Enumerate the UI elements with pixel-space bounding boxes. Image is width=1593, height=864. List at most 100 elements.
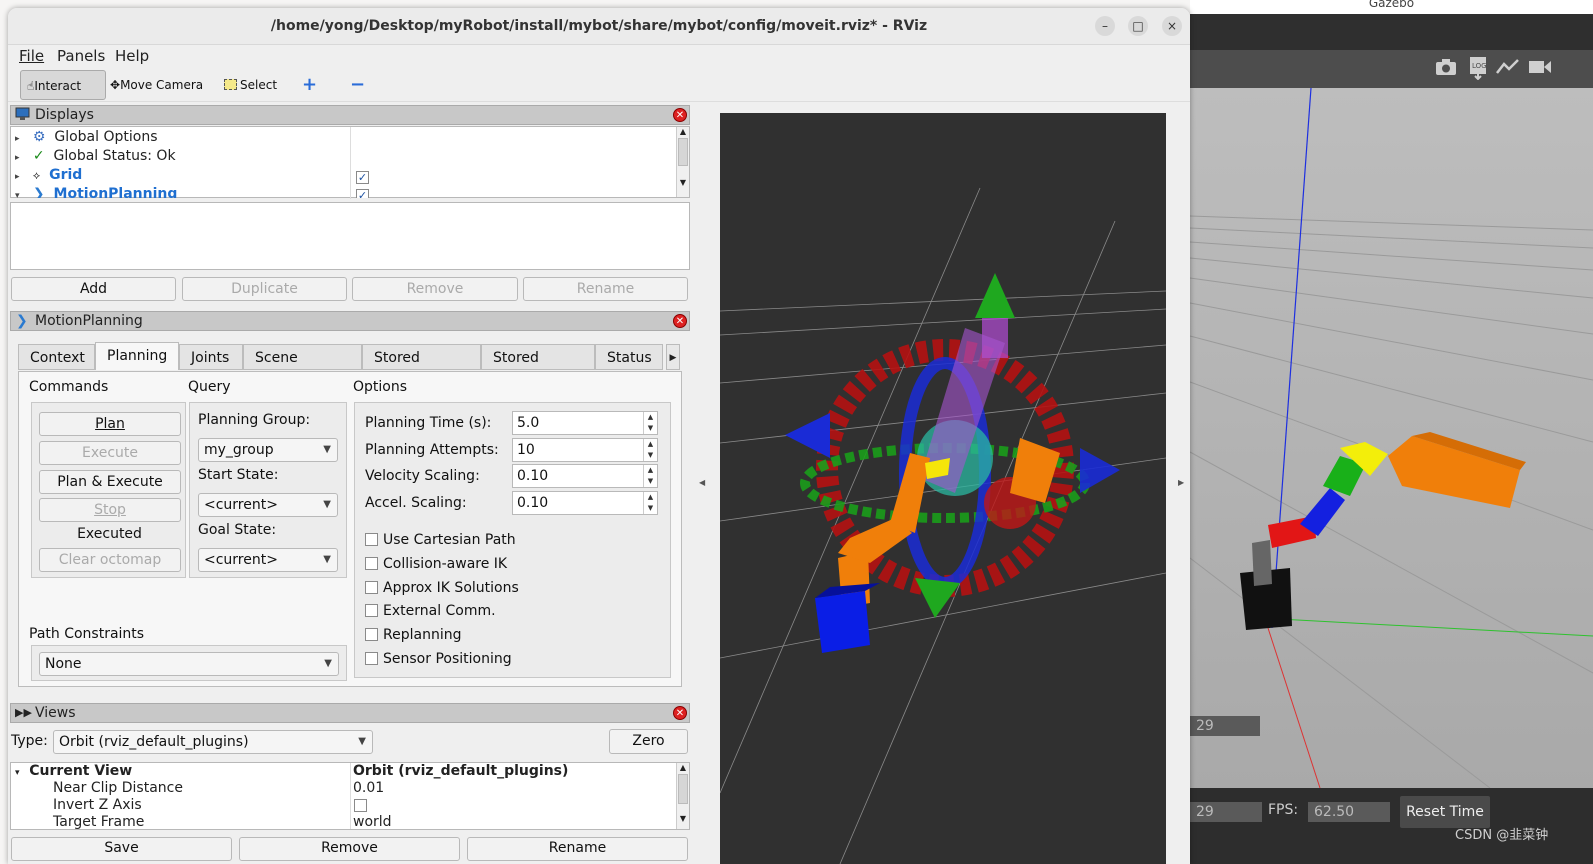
tab-stored-scenes[interactable]: Stored Scenes	[362, 344, 481, 392]
spin-arrows-icon[interactable]: ▲ ▼	[643, 439, 657, 461]
stop-button[interactable]: Stop	[39, 498, 181, 522]
checkbox[interactable]	[365, 652, 378, 665]
checkbox[interactable]	[365, 628, 378, 641]
planning-group-select[interactable]: my_group ▼	[198, 438, 338, 462]
add-display-button[interactable]: Add	[11, 277, 176, 301]
minimize-button[interactable]: –	[1095, 16, 1115, 36]
motionplanning-close-icon[interactable]: ✕	[673, 314, 687, 328]
maximize-button[interactable]: □	[1128, 16, 1148, 36]
option-use-cartesian-path[interactable]: Use Cartesian Path	[365, 532, 516, 548]
select-box-icon	[224, 79, 237, 90]
spin-arrows-icon[interactable]: ▲ ▼	[643, 412, 657, 434]
save-view-button[interactable]: Save	[11, 837, 232, 861]
checkbox[interactable]	[365, 533, 378, 546]
path-constraints-value: None	[45, 656, 82, 672]
move-camera-tool[interactable]: ✥Move Camera	[104, 70, 209, 100]
views-scrollbar[interactable]: ▲ ▼	[676, 763, 689, 829]
displays-header: Displays ✕	[10, 105, 690, 125]
accel-scaling-label: Accel. Scaling:	[365, 495, 467, 511]
displays-scrollbar[interactable]: ▲ ▼	[676, 127, 689, 197]
log-icon[interactable]: LOG	[1466, 56, 1490, 84]
display-description	[10, 202, 690, 270]
tab-stored-states[interactable]: Stored States	[481, 344, 595, 392]
remove-tool-button[interactable]: −	[344, 70, 371, 100]
tab-context[interactable]: Context	[18, 344, 95, 370]
grid-checkbox[interactable]: ✓	[356, 171, 369, 184]
rename-view-button[interactable]: Rename	[467, 837, 688, 861]
planning-time-input[interactable]: 5.0 ▲ ▼	[512, 411, 658, 435]
view-type-value: Orbit (rviz_default_plugins)	[59, 734, 249, 750]
gazebo-scene[interactable]	[1190, 88, 1593, 788]
spin-arrows-icon[interactable]: ▲ ▼	[643, 465, 657, 487]
tree-row-global-status[interactable]: ▸ ✓ Global Status: Ok	[15, 147, 176, 166]
monitor-icon	[15, 107, 30, 126]
option-approx-ik[interactable]: Approx IK Solutions	[365, 580, 519, 596]
execute-button[interactable]: Execute	[39, 441, 181, 465]
velocity-scaling-input[interactable]: 0.10 ▲ ▼	[512, 464, 658, 488]
planning-group-label: Planning Group:	[198, 412, 311, 428]
plot-icon[interactable]	[1496, 58, 1520, 80]
option-label: Use Cartesian Path	[383, 532, 516, 548]
checkbox[interactable]	[365, 557, 378, 570]
rename-display-button[interactable]: Rename	[523, 277, 688, 301]
near-clip-value[interactable]: 0.01	[353, 780, 384, 797]
spin-arrows-icon[interactable]: ▲ ▼	[643, 492, 657, 514]
path-constraints-group: None ▼	[31, 645, 347, 681]
view-properties-tree[interactable]: ▲ ▼ ▾ Current View Orbit (rviz_default_p…	[10, 762, 690, 830]
invert-z-checkbox[interactable]	[354, 799, 367, 812]
tree-row-global-options[interactable]: ▸ ⚙ Global Options	[15, 128, 158, 147]
checkbox[interactable]	[365, 604, 378, 617]
tab-status[interactable]: Status	[595, 344, 663, 370]
goal-state-select[interactable]: <current> ▼	[198, 548, 338, 572]
accel-scaling-input[interactable]: 0.10 ▲ ▼	[512, 491, 658, 515]
current-view-row[interactable]: ▾ Current View	[15, 763, 132, 780]
zero-button[interactable]: Zero	[609, 729, 688, 754]
collapse-left-icon[interactable]: ◀	[699, 478, 705, 487]
duplicate-display-button[interactable]: Duplicate	[182, 277, 347, 301]
option-replanning[interactable]: Replanning	[365, 627, 461, 643]
remove-display-button[interactable]: Remove	[352, 277, 518, 301]
camera-icon[interactable]	[1434, 58, 1458, 80]
path-constraints-select[interactable]: None ▼	[39, 652, 339, 676]
displays-close-icon[interactable]: ✕	[673, 108, 687, 122]
views-header: ▶▶ Views ✕	[10, 703, 690, 723]
start-state-select[interactable]: <current> ▼	[198, 493, 338, 517]
clear-octomap-button[interactable]: Clear octomap	[39, 548, 181, 572]
menu-file[interactable]: File	[19, 47, 44, 65]
tab-scene-objects[interactable]: Scene Objects	[243, 344, 362, 392]
tree-row-grid[interactable]: ▸ ⟡ Grid	[15, 166, 82, 185]
close-button[interactable]: ×	[1162, 16, 1182, 36]
checkbox[interactable]	[365, 581, 378, 594]
move-camera-icon: ✥	[110, 78, 121, 92]
add-tool-button[interactable]: +	[296, 70, 323, 100]
interact-label: Interact	[34, 79, 82, 93]
plan-button[interactable]: Plan	[39, 412, 181, 436]
motionplanning-checkbox[interactable]: ✓	[356, 189, 369, 201]
interact-tool[interactable]: ☝Interact	[20, 70, 106, 100]
select-tool[interactable]: Select	[218, 70, 283, 100]
render-viewport[interactable]	[720, 113, 1166, 864]
plan-execute-button[interactable]: Plan & Execute	[39, 470, 181, 494]
view-type-select[interactable]: Orbit (rviz_default_plugins) ▼	[53, 730, 373, 754]
tab-scroll-right-icon[interactable]: ▶	[666, 344, 680, 370]
menu-panels[interactable]: Panels	[57, 47, 105, 65]
tab-planning[interactable]: Planning	[95, 342, 179, 370]
motionplanning-title: MotionPlanning	[35, 313, 143, 329]
chevron-down-icon: ▼	[323, 554, 331, 565]
remove-view-button[interactable]: Remove	[239, 837, 460, 861]
target-frame-value[interactable]: world	[353, 814, 392, 829]
collapse-right-icon[interactable]: ▶	[1178, 478, 1184, 487]
grid-icon: ⟡	[32, 169, 41, 182]
tab-joints[interactable]: Joints	[179, 344, 243, 370]
displays-tree[interactable]: ▲ ▼ ▸ ⚙ Global Options ▸ ✓ Global Status…	[10, 126, 690, 201]
option-sensor-positioning[interactable]: Sensor Positioning	[365, 651, 512, 667]
option-collision-aware-ik[interactable]: Collision-aware IK	[365, 556, 507, 572]
tree-row-motionplanning[interactable]: ▾ ❯ MotionPlanning	[15, 185, 177, 198]
views-close-icon[interactable]: ✕	[673, 706, 687, 720]
planning-attempts-input[interactable]: 10 ▲ ▼	[512, 438, 658, 462]
motion-planning-icon: ❯	[16, 313, 28, 329]
menu-help[interactable]: Help	[115, 47, 149, 65]
planning-attempts-value: 10	[517, 442, 535, 458]
option-external-comm[interactable]: External Comm.	[365, 603, 496, 619]
video-icon[interactable]	[1528, 58, 1552, 80]
